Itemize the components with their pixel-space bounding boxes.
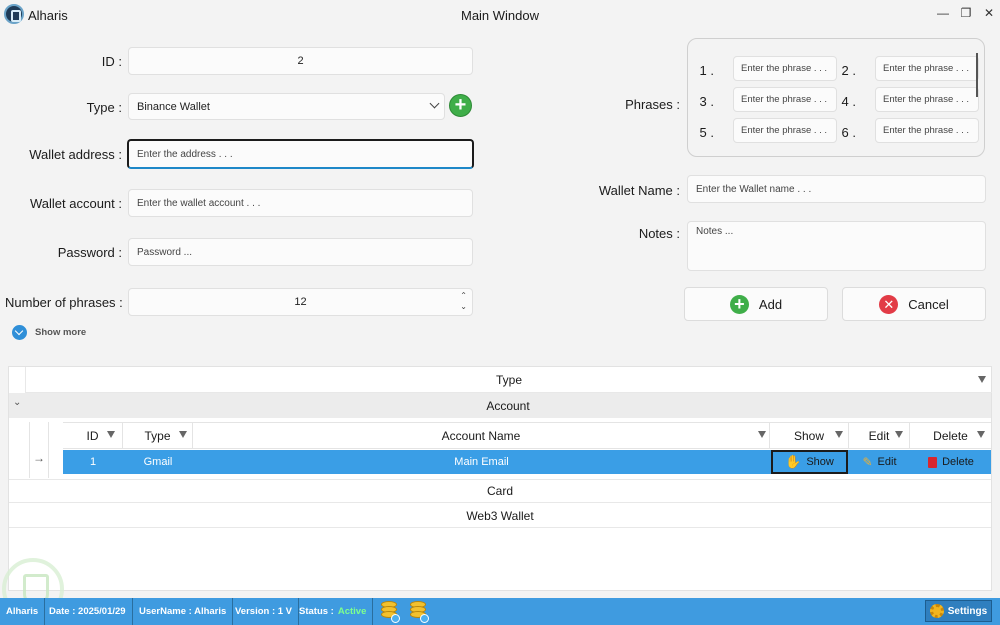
window-title: Main Window bbox=[460, 8, 540, 23]
add-button-label: Add bbox=[758, 296, 783, 312]
status-username: UserName : Alharis bbox=[133, 598, 234, 625]
col-header-edit-label: Edit bbox=[868, 428, 890, 443]
id-field[interactable]: 2 bbox=[128, 47, 473, 75]
status-date: Date : 2025/01/29 bbox=[43, 598, 133, 625]
gear-icon bbox=[929, 604, 944, 618]
group-by-header[interactable]: Type bbox=[25, 367, 992, 393]
col-header-delete-label: Delete bbox=[933, 428, 968, 443]
type-select-value: Binance Wallet bbox=[137, 100, 210, 113]
cell-type: Gmail bbox=[143, 456, 173, 468]
col-header-account-name[interactable]: Account Name bbox=[193, 422, 770, 449]
settings-button-label: Settings bbox=[947, 605, 988, 617]
filter-icon[interactable] bbox=[978, 376, 986, 383]
collapse-chevron-icon[interactable]: ⌄ bbox=[13, 397, 21, 408]
col-header-account-name-label: Account Name bbox=[441, 428, 521, 443]
database-settings-icon[interactable] bbox=[410, 601, 429, 623]
row-indicator-column bbox=[29, 422, 49, 478]
phrase-number: 4 . bbox=[841, 94, 856, 109]
pencil-icon: ✎ bbox=[862, 455, 873, 469]
minimize-button[interactable]: — bbox=[932, 3, 954, 23]
phrase-input-2[interactable]: Enter the phrase . . . bbox=[875, 56, 979, 81]
accounts-grid: Type ⌄ Account ID Type Account Name Show… bbox=[8, 366, 992, 591]
phrase-input-3[interactable]: Enter the phrase . . . bbox=[733, 87, 837, 112]
filter-icon[interactable] bbox=[107, 431, 115, 438]
status-app-name: Alharis bbox=[0, 598, 46, 625]
filter-icon[interactable] bbox=[977, 431, 985, 438]
delete-button[interactable]: Delete bbox=[911, 450, 991, 474]
col-header-type-label: Type bbox=[144, 428, 171, 443]
wallet-name-label: Wallet Name : bbox=[598, 183, 680, 198]
database-add-icon[interactable] bbox=[381, 601, 400, 623]
close-button[interactable]: ✕ bbox=[978, 3, 1000, 23]
status-state: Status : Active bbox=[293, 598, 374, 625]
filter-icon[interactable] bbox=[895, 431, 903, 438]
status-bar: Alharis Date : 2025/01/29 UserName : Alh… bbox=[0, 598, 1000, 625]
x-circle-icon: ✕ bbox=[879, 294, 899, 314]
phrase-input-1[interactable]: Enter the phrase . . . bbox=[733, 56, 837, 81]
settings-button[interactable]: Settings bbox=[925, 600, 992, 622]
account-label: Wallet account : bbox=[29, 196, 122, 211]
phrase-input-6[interactable]: Enter the phrase . . . bbox=[875, 118, 979, 143]
group-label-account: Account bbox=[486, 398, 530, 413]
phrase-input-4[interactable]: Enter the phrase . . . bbox=[875, 87, 979, 112]
type-select[interactable]: Binance Wallet bbox=[128, 93, 445, 120]
title-bar: Alharis Main Window — ❐ ✕ bbox=[0, 0, 1000, 30]
status-state-label: Status : bbox=[299, 606, 334, 617]
group-row-web3-wallet[interactable]: Web3 Wallet bbox=[9, 504, 991, 528]
cancel-button[interactable]: ✕ Cancel bbox=[842, 287, 986, 321]
col-header-show-label: Show bbox=[793, 428, 825, 443]
phrase-number: 2 . bbox=[841, 63, 856, 78]
group-by-header-label: Type bbox=[495, 372, 522, 387]
cancel-button-label: Cancel bbox=[908, 296, 949, 312]
filter-icon[interactable] bbox=[179, 431, 187, 438]
address-field[interactable]: Enter the address . . . bbox=[127, 139, 474, 169]
filter-icon[interactable] bbox=[758, 431, 766, 438]
id-label: ID : bbox=[101, 54, 122, 69]
show-button[interactable]: ✋ Show bbox=[771, 450, 848, 474]
wallet-name-field[interactable]: Enter the Wallet name . . . bbox=[687, 175, 986, 203]
status-active-badge: Active bbox=[337, 606, 367, 617]
phrase-number: 1 . bbox=[699, 63, 714, 78]
add-type-button[interactable]: + bbox=[449, 94, 472, 117]
phrase-number: 3 . bbox=[699, 94, 714, 109]
cell-id: 1 bbox=[89, 456, 97, 468]
phrases-count-value: 12 bbox=[294, 296, 307, 308]
edit-button[interactable]: ✎ Edit bbox=[850, 450, 909, 474]
hand-pointer-icon: ✋ bbox=[785, 454, 802, 469]
phrases-count-label: Number of phrases : bbox=[5, 295, 123, 310]
delete-button-label: Delete bbox=[942, 456, 974, 468]
cell-account-name: Main Email bbox=[454, 456, 509, 468]
restore-button[interactable]: ❐ bbox=[955, 3, 977, 23]
show-more-link[interactable]: Show more bbox=[35, 327, 86, 338]
status-version: Version : 1 V bbox=[229, 598, 300, 625]
phrases-scrollbar[interactable] bbox=[976, 53, 978, 97]
account-field[interactable]: Enter the wallet account . . . bbox=[128, 189, 473, 217]
notes-label: Notes : bbox=[638, 226, 680, 241]
group-row-card[interactable]: Card bbox=[9, 479, 991, 503]
trash-icon bbox=[928, 456, 938, 468]
expand-chevron-icon[interactable] bbox=[12, 325, 27, 340]
notes-field[interactable]: Notes ... bbox=[687, 221, 986, 271]
add-button[interactable]: + Add bbox=[684, 287, 828, 321]
current-row-arrow-icon: → bbox=[33, 451, 45, 465]
chevron-down-icon bbox=[429, 98, 440, 109]
stepper-arrows-icon[interactable]: ⌃ ⌄ bbox=[460, 290, 467, 312]
phrase-number: 6 . bbox=[841, 125, 856, 140]
password-field[interactable]: Password ... bbox=[128, 238, 473, 266]
phrase-input-5[interactable]: Enter the phrase . . . bbox=[733, 118, 837, 143]
password-label: Password : bbox=[57, 245, 122, 260]
phrase-number: 5 . bbox=[699, 125, 714, 140]
show-button-label: Show bbox=[806, 456, 834, 468]
plus-circle-icon: + bbox=[729, 294, 749, 314]
edit-button-label: Edit bbox=[877, 456, 897, 468]
phrases-label: Phrases : bbox=[625, 97, 680, 112]
phrases-panel: 1 . Enter the phrase . . . 2 . Enter the… bbox=[687, 38, 985, 157]
col-header-id-label: ID bbox=[86, 428, 99, 443]
type-label: Type : bbox=[86, 100, 122, 115]
phrases-count-stepper[interactable]: 12 ⌃ ⌄ bbox=[128, 288, 473, 316]
filter-icon[interactable] bbox=[835, 431, 843, 438]
address-label: Wallet address : bbox=[29, 147, 122, 162]
